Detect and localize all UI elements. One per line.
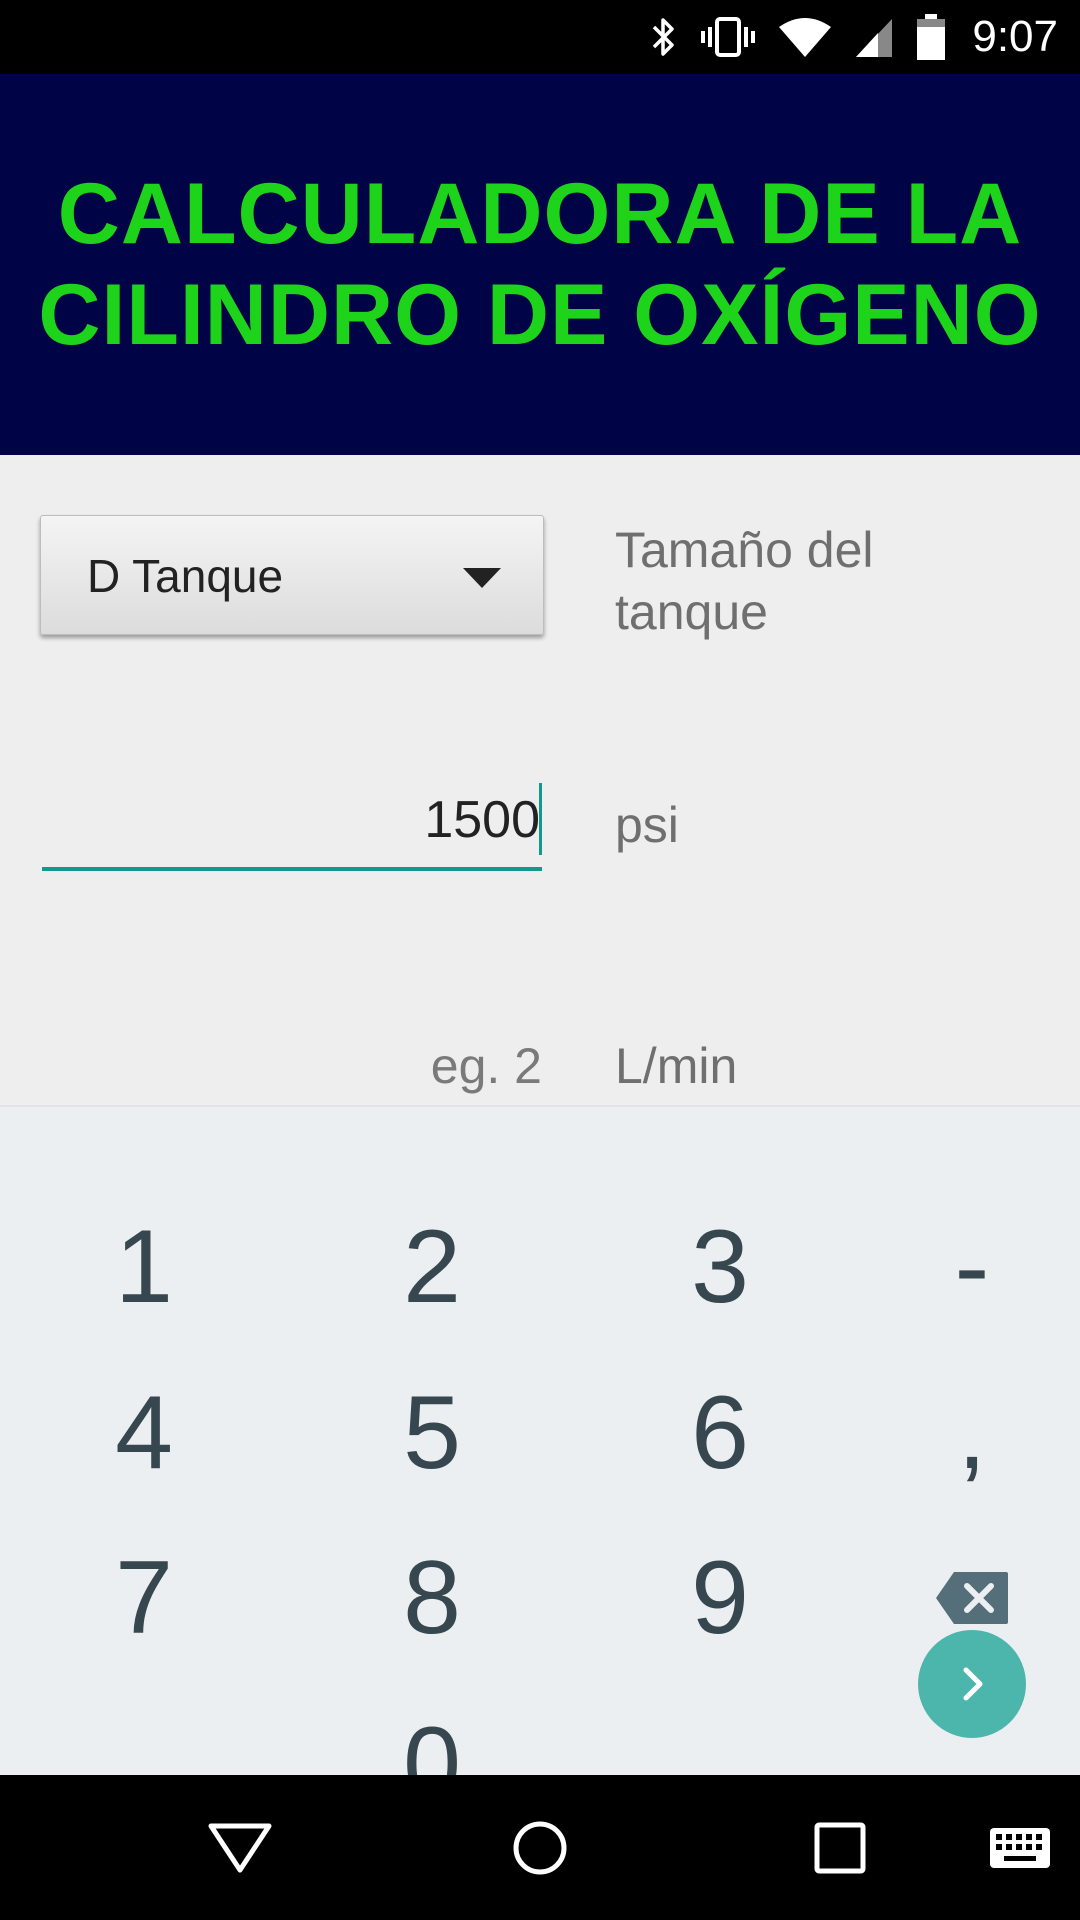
recents-button[interactable] [780,1775,900,1920]
flow-rate-input[interactable]: eg. 2 [431,1035,542,1097]
key-2[interactable]: 2 [322,1187,542,1347]
tank-size-selected: D Tanque [87,550,284,602]
keyboard-icon [990,1827,1050,1868]
app-title: CALCULADORA DE LA CILINDRO DE OXÍGENO [38,164,1041,366]
back-icon [208,1823,272,1872]
backspace-icon [936,1572,1008,1624]
key-1[interactable]: 1 [34,1187,254,1347]
app-title-line2: CILINDRO DE OXÍGENO [38,266,1042,363]
key-9[interactable]: 9 [610,1518,830,1678]
key-4[interactable]: 4 [34,1353,254,1513]
keyboard-switch-button[interactable] [960,1775,1080,1920]
tank-size-dropdown[interactable]: D Tanque [40,515,544,635]
key-comma[interactable]: , [862,1353,1080,1513]
key-5[interactable]: 5 [322,1353,542,1513]
home-button[interactable] [480,1775,600,1920]
text-cursor [539,783,542,855]
key-3[interactable]: 3 [610,1187,830,1347]
home-icon [513,1821,567,1874]
back-button[interactable] [180,1775,300,1920]
app-title-line1: CALCULADORA DE LA [57,165,1023,262]
key-6[interactable]: 6 [610,1353,830,1513]
pressure-value: 1500 [424,791,540,849]
pressure-input[interactable]: 1500 [42,775,542,871]
dropdown-arrow-icon [463,568,501,588]
status-bar: 9:07 [0,0,1080,74]
app-header: CALCULADORA DE LA CILINDRO DE OXÍGENO [0,74,1080,455]
tank-size-label: Tamaño del tanque [615,522,874,640]
wifi-icon [778,15,832,59]
key-8[interactable]: 8 [322,1518,542,1678]
chevron-right-icon [963,1667,983,1701]
status-icons: 9:07 [648,0,1058,74]
signal-icon [854,15,894,59]
key-7[interactable]: 7 [34,1518,254,1678]
pressure-unit-label: psi [615,797,679,853]
calculator-form: D Tanque Tamaño del tanque 1500 psi eg. … [0,455,1080,1105]
clock: 9:07 [972,12,1058,61]
battery-icon [916,13,946,61]
flow-unit-label: L/min [615,1038,738,1094]
navigation-bar [0,1775,1080,1920]
next-button[interactable] [918,1630,1026,1738]
recents-icon [814,1822,866,1873]
key-minus[interactable]: - [862,1187,1080,1347]
bluetooth-icon [648,15,678,59]
numeric-keyboard: 1 2 3 - 4 5 6 , 7 8 9 . 0 [0,1105,1080,1822]
vibrate-icon [700,15,756,59]
